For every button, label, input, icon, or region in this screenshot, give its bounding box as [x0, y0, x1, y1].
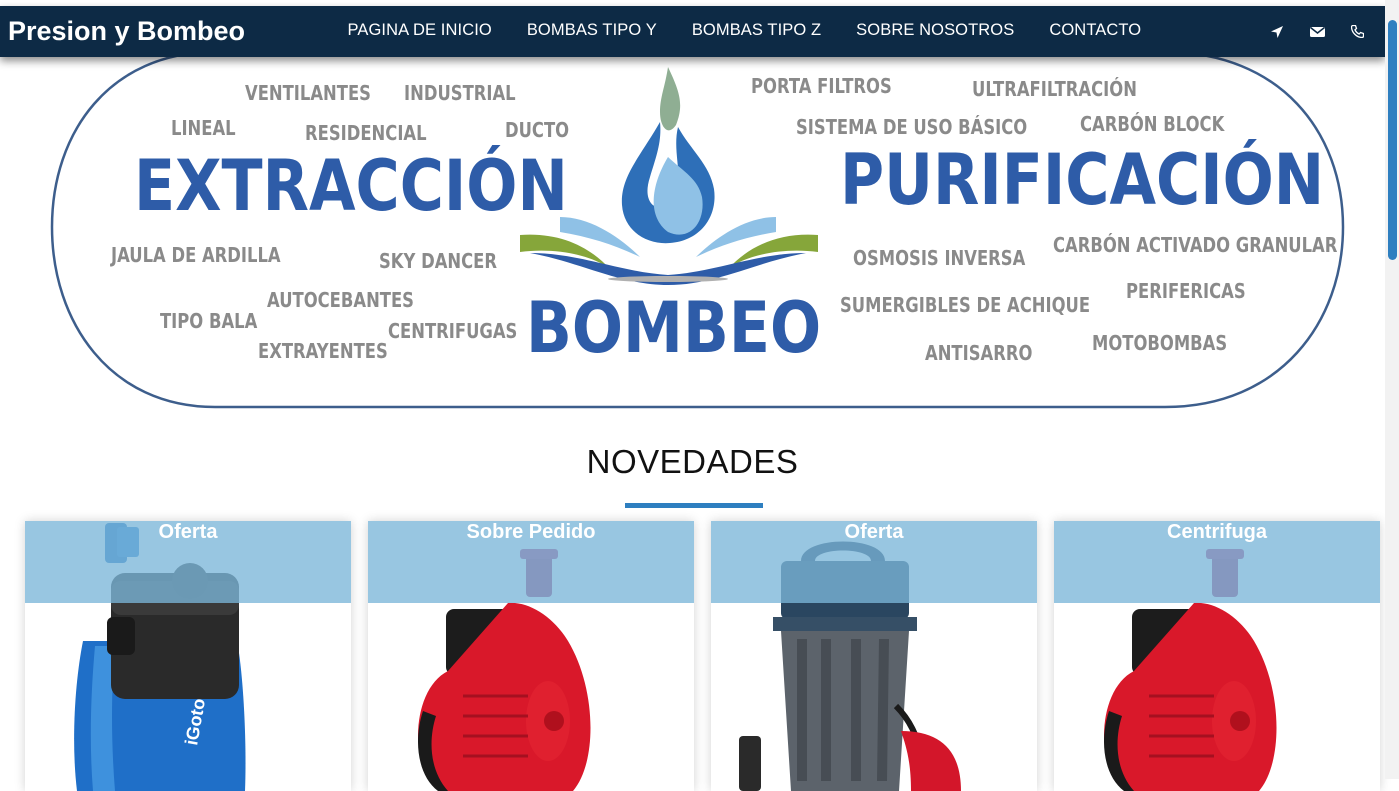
- product-card-label: Oferta: [844, 521, 904, 543]
- hero-word: SISTEMA DE USO BÁSICO: [796, 115, 1028, 139]
- envelope-icon[interactable]: [1297, 26, 1337, 38]
- hero-word: SUMERGIBLES DE ACHIQUE: [840, 293, 1091, 317]
- nav-link-inicio[interactable]: PAGINA DE INICIO: [330, 6, 509, 57]
- hero-word: CENTRIFUGAS: [388, 319, 518, 343]
- hero-word: VENTILANTES: [245, 81, 371, 105]
- hero-word: CARBÓN BLOCK: [1080, 112, 1225, 136]
- hero-title-purificacion: PURIFICACIÓN: [840, 139, 1325, 221]
- hero-word: ANTISARRO: [925, 341, 1033, 365]
- nav-link-sobre-nosotros[interactable]: SOBRE NOSOTROS: [839, 6, 1032, 57]
- hero-word: EXTRAYENTES: [258, 339, 388, 363]
- phone-icon[interactable]: [1337, 25, 1377, 38]
- hero-word: RESIDENCIAL: [305, 121, 427, 145]
- hero-word: PORTA FILTROS: [751, 74, 892, 98]
- nav-link-contacto[interactable]: CONTACTO: [1032, 6, 1159, 57]
- nav-link-bombas-tipo-z[interactable]: BOMBAS TIPO Z: [674, 6, 838, 57]
- hero-banner: EXTRACCIÓN PURIFICACIÓN BOMBEO VENTILANT…: [0, 57, 1385, 427]
- product-card-label: Centrifuga: [1167, 521, 1267, 543]
- nav-icon-group: [1257, 6, 1377, 57]
- scrollbar-thumb[interactable]: [1388, 20, 1397, 260]
- product-card-label: Oferta: [158, 521, 218, 543]
- top-navbar: Presion y Bombeo PAGINA DE INICIO BOMBAS…: [0, 6, 1385, 57]
- hero-word: LINEAL: [171, 116, 236, 140]
- location-arrow-icon[interactable]: [1257, 25, 1297, 39]
- product-card[interactable]: Centrifuga: [1054, 521, 1380, 791]
- hero-word: ULTRAFILTRACIÓN: [972, 77, 1137, 101]
- section-title-underline: [625, 503, 763, 508]
- hero-word: OSMOSIS INVERSA: [853, 246, 1026, 270]
- product-card[interactable]: Sobre Pedido: [368, 521, 694, 791]
- product-card-label: Sobre Pedido: [466, 521, 596, 543]
- hero-word: CARBÓN ACTIVADO GRANULAR: [1053, 233, 1338, 257]
- hero-word: DUCTO: [505, 118, 570, 142]
- hero-word: JAULA DE ARDILLA: [111, 243, 281, 267]
- hero-word: INDUSTRIAL: [404, 81, 516, 105]
- hero-word: MOTOBOMBAS: [1092, 331, 1228, 355]
- product-card[interactable]: Oferta iGoto: [25, 521, 351, 791]
- hero-word: AUTOCEBANTES: [267, 288, 414, 312]
- nav-link-bombas-tipo-y[interactable]: BOMBAS TIPO Y: [509, 6, 674, 57]
- product-card[interactable]: Oferta: [711, 521, 1037, 791]
- site-brand[interactable]: Presion y Bombeo: [8, 6, 245, 57]
- main-menu: PAGINA DE INICIO BOMBAS TIPO Y BOMBAS TI…: [330, 6, 1159, 57]
- hero-word: TIPO BALA: [160, 309, 258, 333]
- section-title-novedades: NOVEDADES: [586, 443, 799, 480]
- hero-word: SKY DANCER: [379, 249, 498, 273]
- hero-word: PERIFERICAS: [1126, 279, 1246, 303]
- hero-title-bombeo: BOMBEO: [526, 287, 822, 369]
- hero-title-extraccion: EXTRACCIÓN: [134, 145, 568, 227]
